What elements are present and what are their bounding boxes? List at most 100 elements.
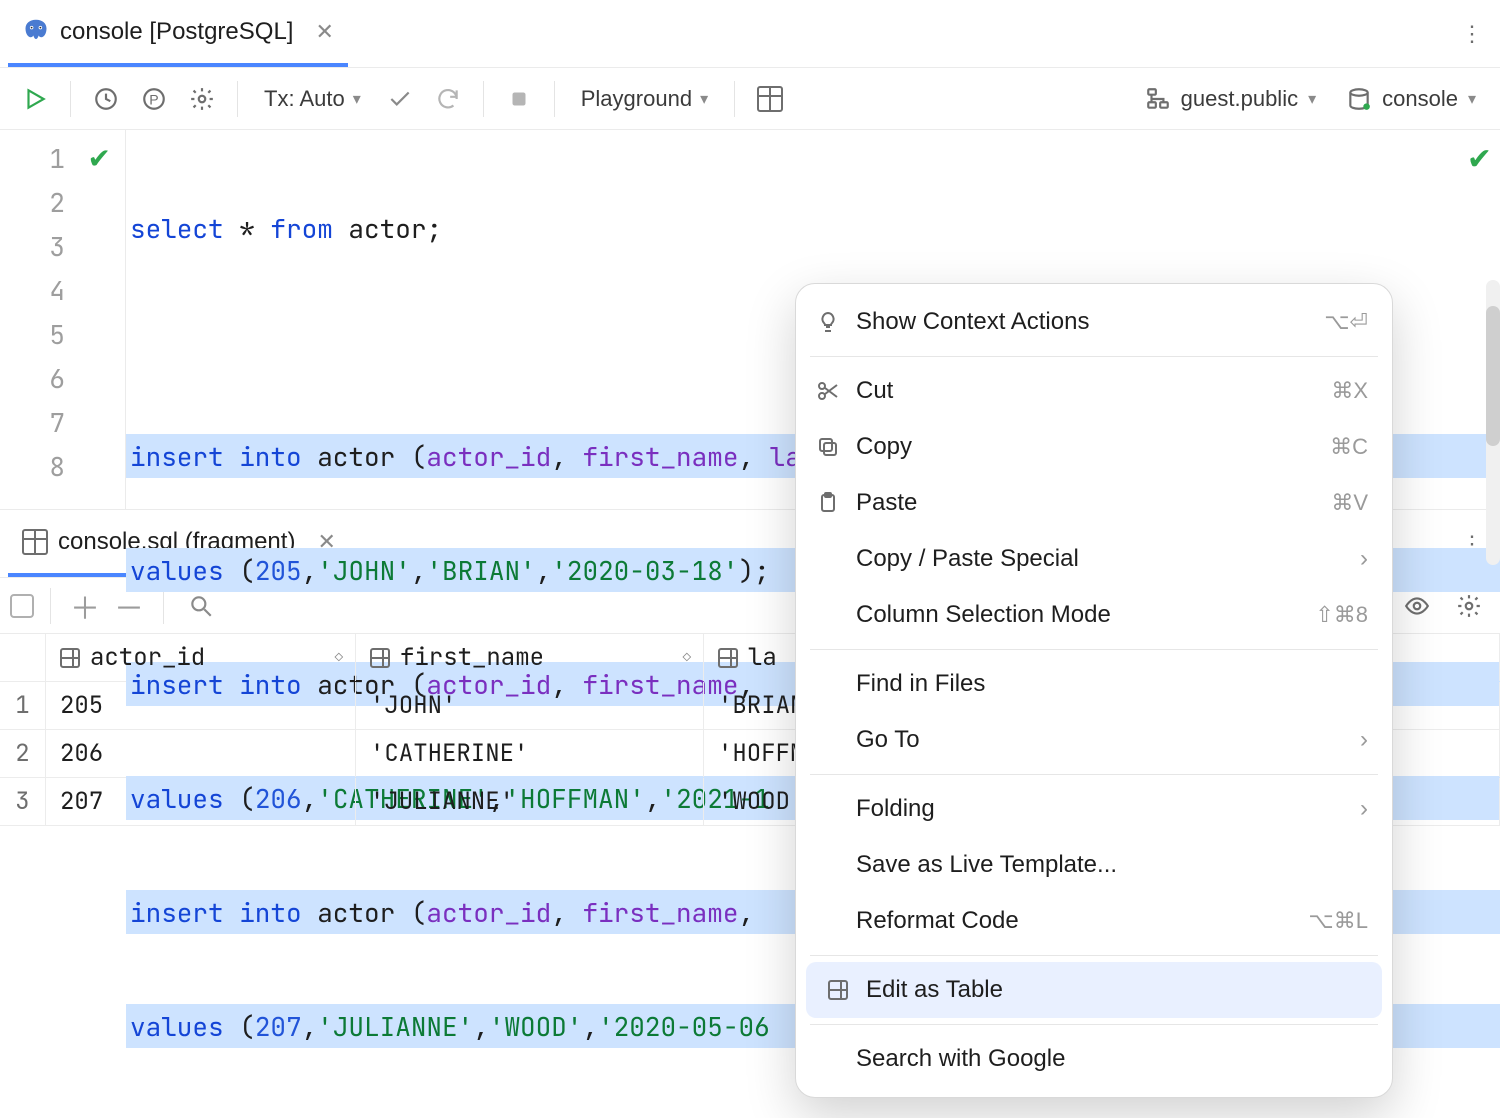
scrollbar-thumb[interactable] (1486, 306, 1500, 446)
ctx-label: Paste (856, 489, 1317, 517)
tab-console-postgres[interactable]: console [PostgreSQL] ✕ (8, 0, 348, 67)
cell-actor-id[interactable]: 207 (46, 778, 356, 825)
editor-line-gutter: 1✔ 2 3 4 5 6 7 8 (0, 130, 126, 509)
shortcut: ⌥⏎ (1324, 309, 1368, 335)
code-token: , (582, 1009, 598, 1044)
explain-plan-button[interactable]: P (133, 78, 175, 120)
check-icon: ✔ (88, 140, 111, 177)
code-token: actor_id (426, 439, 551, 474)
row-number[interactable]: 3 (0, 778, 46, 825)
toolbar-divider (554, 81, 555, 117)
column-label: actor_id (90, 642, 205, 673)
column-icon (718, 648, 738, 668)
ctx-search-google[interactable]: Search with Google (796, 1031, 1392, 1087)
lightbulb-icon (814, 310, 842, 334)
close-icon[interactable]: ✕ (315, 19, 333, 45)
editor-context-menu: Show Context Actions ⌥⏎ Cut ⌘X Copy ⌘C P… (795, 283, 1393, 1098)
chevron-down-icon: ▾ (1468, 89, 1476, 109)
tab-title: console [PostgreSQL] (60, 18, 293, 46)
line-number: 7 (49, 405, 65, 440)
ctx-show-context-actions[interactable]: Show Context Actions ⌥⏎ (796, 294, 1392, 350)
column-header-actor-id[interactable]: actor_id ◇ (46, 634, 356, 681)
ctx-copy[interactable]: Copy ⌘C (796, 419, 1392, 475)
run-button[interactable] (14, 78, 56, 120)
tx-mode-dropdown[interactable]: Tx: Auto ▾ (252, 86, 373, 112)
sort-icon[interactable]: ◇ (335, 649, 343, 667)
ctx-edit-as-table[interactable]: Edit as Table (806, 962, 1382, 1018)
sort-icon[interactable]: ◇ (683, 649, 691, 667)
check-icon (387, 86, 413, 112)
ctx-separator (810, 1024, 1378, 1025)
line-number: 3 (49, 229, 65, 264)
cell-first-name[interactable]: 'JOHN' (356, 682, 704, 729)
session-label: console (1382, 86, 1458, 112)
stop-button[interactable] (498, 78, 540, 120)
select-all-checkbox[interactable] (10, 594, 34, 618)
row-number[interactable]: 2 (0, 730, 46, 777)
line-number: 5 (49, 317, 65, 352)
session-dropdown[interactable]: console ▾ (1336, 86, 1486, 112)
row-number-header[interactable] (0, 634, 46, 681)
inspection-ok-icon[interactable]: ✔ (1467, 138, 1492, 178)
cell-actor-id[interactable]: 206 (46, 730, 356, 777)
column-icon (60, 648, 80, 668)
row-number[interactable]: 1 (0, 682, 46, 729)
code-token: 'BRIAN' (426, 553, 535, 588)
shortcut: ⌘C (1330, 434, 1368, 460)
code-token: 'JOHN' (317, 553, 411, 588)
editor-tab-more-button[interactable]: ⋮ (1452, 14, 1492, 54)
column-label: la (748, 642, 777, 673)
column-header-first-name[interactable]: first_name ◇ (356, 634, 704, 681)
history-button[interactable] (85, 78, 127, 120)
schema-dropdown[interactable]: guest.public ▾ (1135, 86, 1326, 112)
toolbar-divider (237, 81, 238, 117)
line-number: 2 (49, 185, 65, 220)
toolbar-divider (70, 81, 71, 117)
cell-first-name[interactable]: 'JULIANNE' (356, 778, 704, 825)
editor-toolbar: P Tx: Auto ▾ Playground ▾ guest.public ▾… (0, 68, 1500, 130)
chevron-down-icon: ▾ (700, 89, 708, 109)
postgres-icon (22, 18, 50, 46)
code-token: 'WOOD' (489, 1009, 583, 1044)
code-token: 205 (255, 553, 302, 588)
settings-button[interactable] (181, 78, 223, 120)
code-token: actor_id (426, 895, 551, 930)
ctx-find-in-files[interactable]: Find in Files (796, 656, 1392, 712)
ctx-separator (810, 774, 1378, 775)
code-token: first_name (582, 895, 738, 930)
rollback-button[interactable] (427, 78, 469, 120)
clock-icon (93, 86, 119, 112)
ctx-paste[interactable]: Paste ⌘V (796, 475, 1392, 531)
ctx-go-to[interactable]: Go To › (796, 712, 1392, 768)
ctx-separator (810, 356, 1378, 357)
ctx-cut[interactable]: Cut ⌘X (796, 363, 1392, 419)
code-token: 'JULIANNE' (317, 1009, 473, 1044)
schema-label: guest.public (1181, 86, 1298, 112)
add-row-button[interactable]: ＋ (67, 584, 103, 628)
ctx-copy-paste-special[interactable]: Copy / Paste Special › (796, 531, 1392, 587)
ctx-column-selection-mode[interactable]: Column Selection Mode ⇧⌘8 (796, 587, 1392, 643)
code-token: select (130, 211, 224, 246)
toolbar-divider (483, 81, 484, 117)
editor-scrollbar[interactable] (1486, 280, 1500, 565)
code-token: ( (239, 553, 255, 588)
code-token: ; (426, 211, 442, 246)
playground-dropdown[interactable]: Playground ▾ (569, 86, 720, 112)
line-number: 1 (49, 141, 65, 176)
cell-actor-id[interactable]: 205 (46, 682, 356, 729)
ctx-label: Column Selection Mode (856, 601, 1301, 629)
shortcut: ⌥⌘L (1308, 908, 1368, 934)
code-token: , (411, 553, 427, 588)
data-editor-button[interactable] (749, 78, 791, 120)
cell-first-name[interactable]: 'CATHERINE' (356, 730, 704, 777)
line-number: 4 (49, 273, 65, 308)
commit-button[interactable] (379, 78, 421, 120)
chevron-down-icon: ▾ (1308, 89, 1316, 109)
ctx-save-live-template[interactable]: Save as Live Template... (796, 837, 1392, 893)
ctx-label: Copy (856, 433, 1316, 461)
code-token: ( (239, 1009, 255, 1044)
ctx-folding[interactable]: Folding › (796, 781, 1392, 837)
ctx-reformat-code[interactable]: Reformat Code ⌥⌘L (796, 893, 1392, 949)
code-token: ( (411, 439, 427, 474)
shortcut: ⌘V (1331, 490, 1368, 516)
